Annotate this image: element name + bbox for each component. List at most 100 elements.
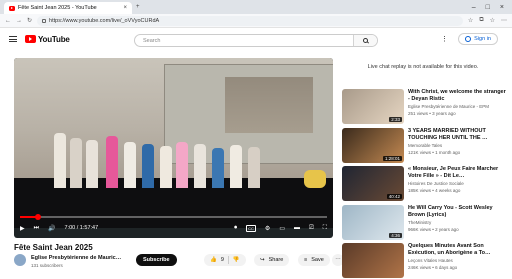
- recommendation-item[interactable]: 1:28:01 3 YEARS MARRIED WITHOUT TOUCHING …: [342, 128, 507, 164]
- lock-icon: [42, 18, 47, 23]
- close-window-icon[interactable]: ×: [500, 4, 504, 11]
- maximize-icon[interactable]: □: [486, 4, 490, 11]
- recommendation-meta: 966K views • 2 years ago: [408, 227, 459, 232]
- thumbs-down-icon[interactable]: 👎: [233, 257, 240, 263]
- logo-text: YouTube: [38, 34, 70, 44]
- miniplayer-icon[interactable]: ▭: [279, 225, 285, 232]
- video-frame-child: [142, 144, 154, 188]
- share-label: Share: [268, 257, 284, 263]
- browser-tab-bar: Fête Saint Jean 2025 - YouTube × + – □ ×: [0, 0, 512, 14]
- more-options-icon[interactable]: ⋮: [441, 35, 448, 43]
- video-title: Fête Saint Jean 2025: [14, 243, 93, 252]
- video-frame-child: [54, 133, 66, 188]
- url-text: https://www.youtube.com/live/_oVVyoCURdA: [49, 17, 160, 24]
- video-thumbnail[interactable]: 1:28:01: [342, 128, 404, 163]
- video-player[interactable]: ▶ ⏭ 🔊 7:00 / 1:57:47 ⏺ CC ⚙ ▭ ▬ ⎚ ⛶: [14, 58, 333, 238]
- search-icon: [363, 38, 368, 43]
- live-chat-note: Live chat replay is not available for th…: [367, 64, 479, 70]
- youtube-logo[interactable]: YouTube: [25, 35, 70, 44]
- forward-icon[interactable]: →: [16, 18, 22, 24]
- recommendation-meta: 251 views • 3 years ago: [408, 111, 456, 116]
- browser-toolbar: ← → ↻ https://www.youtube.com/live/_oVVy…: [0, 14, 512, 28]
- settings-icon[interactable]: ⚙: [265, 225, 270, 232]
- channel-name[interactable]: Église Presbytérienne de Maurice…: [31, 255, 123, 261]
- recommendation-meta: 246K views • 6 days ago: [408, 265, 458, 270]
- recommendation-channel[interactable]: TheMinistry: [408, 220, 506, 225]
- recommendation-title[interactable]: With Christ, we welcome the stranger - D…: [408, 89, 506, 103]
- thumbs-up-icon[interactable]: 👍: [210, 257, 217, 263]
- header-actions: ⋮ Sign in: [441, 33, 498, 45]
- cast-icon[interactable]: ⎚: [309, 225, 314, 232]
- player-controls: ▶ ⏭ 🔊 7:00 / 1:57:47 ⏺ CC ⚙ ▭ ▬ ⎚ ⛶: [20, 222, 327, 234]
- window-controls: – □ ×: [472, 4, 512, 11]
- recommendation-item[interactable]: 4:36 He Will Carry You - Scott Wesley Bro…: [342, 205, 507, 241]
- fullscreen-icon[interactable]: ⛶: [323, 225, 327, 232]
- browser-tab[interactable]: Fête Saint Jean 2025 - YouTube ×: [4, 2, 132, 14]
- save-button[interactable]: ≡ Save: [298, 254, 330, 266]
- video-frame-child: [212, 148, 224, 188]
- search-button[interactable]: [353, 35, 377, 46]
- browser-menu-icon[interactable]: ⋯: [501, 17, 507, 24]
- recommendation-channel[interactable]: Histoires De Justice Sociale: [408, 181, 506, 186]
- youtube-logo-icon: [25, 35, 36, 43]
- theater-mode-icon[interactable]: ▬: [294, 225, 300, 231]
- recommendation-meta: 185K views • 4 weeks ago: [408, 188, 461, 193]
- next-icon[interactable]: ⏭: [34, 225, 39, 232]
- recommendation-title[interactable]: Quelques Minutes Avant Son Exécution, un…: [408, 243, 506, 257]
- video-thumbnail[interactable]: 40:42: [342, 166, 404, 201]
- video-frame-child: [160, 146, 172, 188]
- account-icon: [465, 36, 472, 42]
- menu-icon[interactable]: [9, 36, 17, 42]
- subscriber-count: 131 subscribers: [31, 263, 63, 268]
- channel-row: Église Presbytérienne de Maurice… 131 su…: [14, 254, 344, 272]
- new-tab-button[interactable]: +: [136, 4, 140, 10]
- video-thumbnail[interactable]: 2:33: [342, 89, 404, 124]
- channel-avatar[interactable]: [14, 254, 26, 266]
- autoplay-toggle-icon[interactable]: ⏺: [234, 225, 237, 232]
- recommendation-item[interactable]: 40:42 « Monsieur, Je Peux Faire Marcher V…: [342, 166, 507, 202]
- video-frame-child: [106, 136, 118, 188]
- recommendation-title[interactable]: « Monsieur, Je Peux Faire Marcher Votre …: [408, 166, 506, 180]
- subtitles-button[interactable]: CC: [246, 224, 256, 232]
- video-frame-child: [86, 140, 98, 188]
- youtube-header: YouTube Search ⋮ Sign in: [0, 28, 512, 50]
- recommendation-item[interactable]: 2:33 With Christ, we welcome the stranger…: [342, 89, 507, 125]
- volume-icon[interactable]: 🔊: [48, 225, 55, 232]
- video-frame-child: [70, 138, 82, 188]
- share-button[interactable]: ↪ Share: [254, 254, 290, 266]
- reload-icon[interactable]: ↻: [27, 17, 32, 24]
- minimize-icon[interactable]: –: [472, 4, 476, 11]
- like-dislike-button[interactable]: 👍 9 👎: [204, 254, 246, 266]
- recommendation-channel[interactable]: Leçons Vitales Hautes: [408, 258, 506, 263]
- time-display: 7:00 / 1:57:47: [64, 225, 99, 231]
- video-duration: 4:36: [389, 233, 402, 238]
- sign-in-button[interactable]: Sign in: [458, 33, 498, 45]
- subscribe-button[interactable]: Subscribe: [136, 254, 177, 266]
- save-icon: ≡: [304, 257, 308, 263]
- address-bar[interactable]: https://www.youtube.com/live/_oVVyoCURdA: [37, 15, 463, 26]
- progress-bar[interactable]: [20, 214, 327, 220]
- video-frame-child: [230, 145, 242, 188]
- recommendation-title[interactable]: He Will Carry You - Scott Wesley Brown (…: [408, 205, 506, 219]
- split-screen-icon[interactable]: ⧉: [479, 17, 483, 24]
- recommendation-title[interactable]: 3 YEARS MARRIED WITHOUT TOUCHING HER UNT…: [408, 128, 506, 142]
- recommendation-item[interactable]: Quelques Minutes Avant Son Exécution, un…: [342, 243, 507, 279]
- video-frame-child: [176, 142, 188, 188]
- video-frame-flowers: [304, 170, 326, 188]
- share-icon: ↪: [260, 257, 265, 263]
- favorite-icon[interactable]: ☆: [468, 17, 473, 24]
- tab-close-icon[interactable]: ×: [123, 5, 127, 11]
- play-icon[interactable]: ▶: [20, 225, 25, 232]
- recommendation-channel[interactable]: Memorable Tales: [408, 143, 506, 148]
- search-box[interactable]: Search: [134, 34, 378, 47]
- like-count: 9: [220, 257, 224, 263]
- search-input[interactable]: Search: [135, 38, 353, 44]
- back-icon[interactable]: ←: [5, 18, 11, 24]
- video-thumbnail[interactable]: 4:36: [342, 205, 404, 240]
- video-frame-child: [124, 142, 136, 188]
- save-label: Save: [311, 257, 324, 263]
- favorites-bar-icon[interactable]: ☆: [490, 17, 495, 24]
- like-divider: [227, 256, 229, 264]
- video-duration: 1:28:01: [382, 156, 402, 161]
- recommendation-channel[interactable]: Eglise Presbytérienne de Maurice - EPM: [408, 104, 506, 109]
